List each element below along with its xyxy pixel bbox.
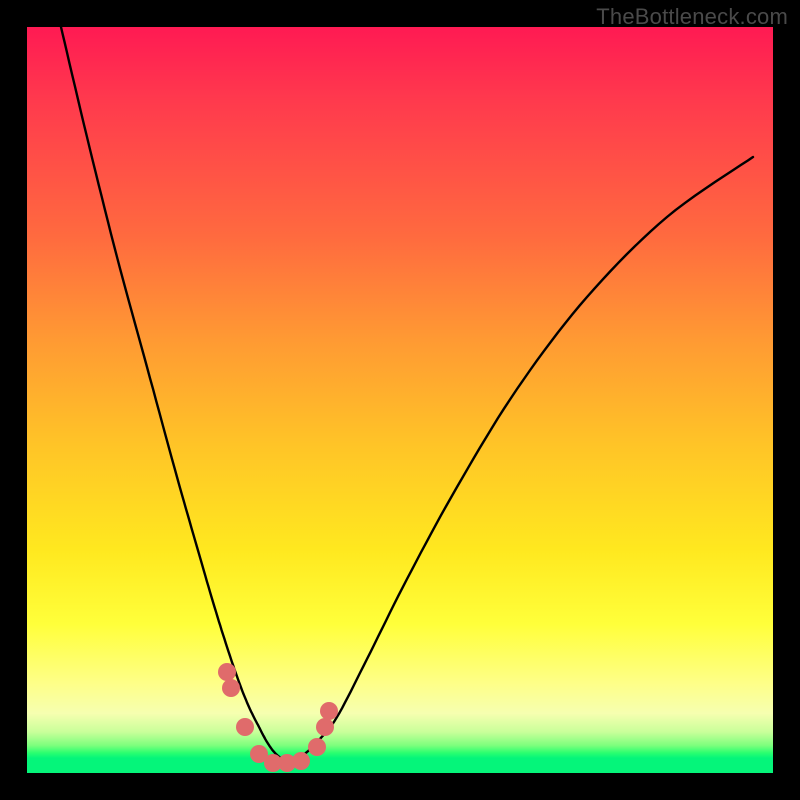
markers-layer bbox=[27, 27, 773, 773]
data-marker bbox=[236, 718, 254, 736]
data-marker bbox=[320, 702, 338, 720]
outer-frame: TheBottleneck.com bbox=[0, 0, 800, 800]
data-marker bbox=[222, 679, 240, 697]
data-marker bbox=[316, 718, 334, 736]
data-marker bbox=[218, 663, 236, 681]
data-marker bbox=[292, 752, 310, 770]
data-marker bbox=[308, 738, 326, 756]
plot-area bbox=[27, 27, 773, 773]
